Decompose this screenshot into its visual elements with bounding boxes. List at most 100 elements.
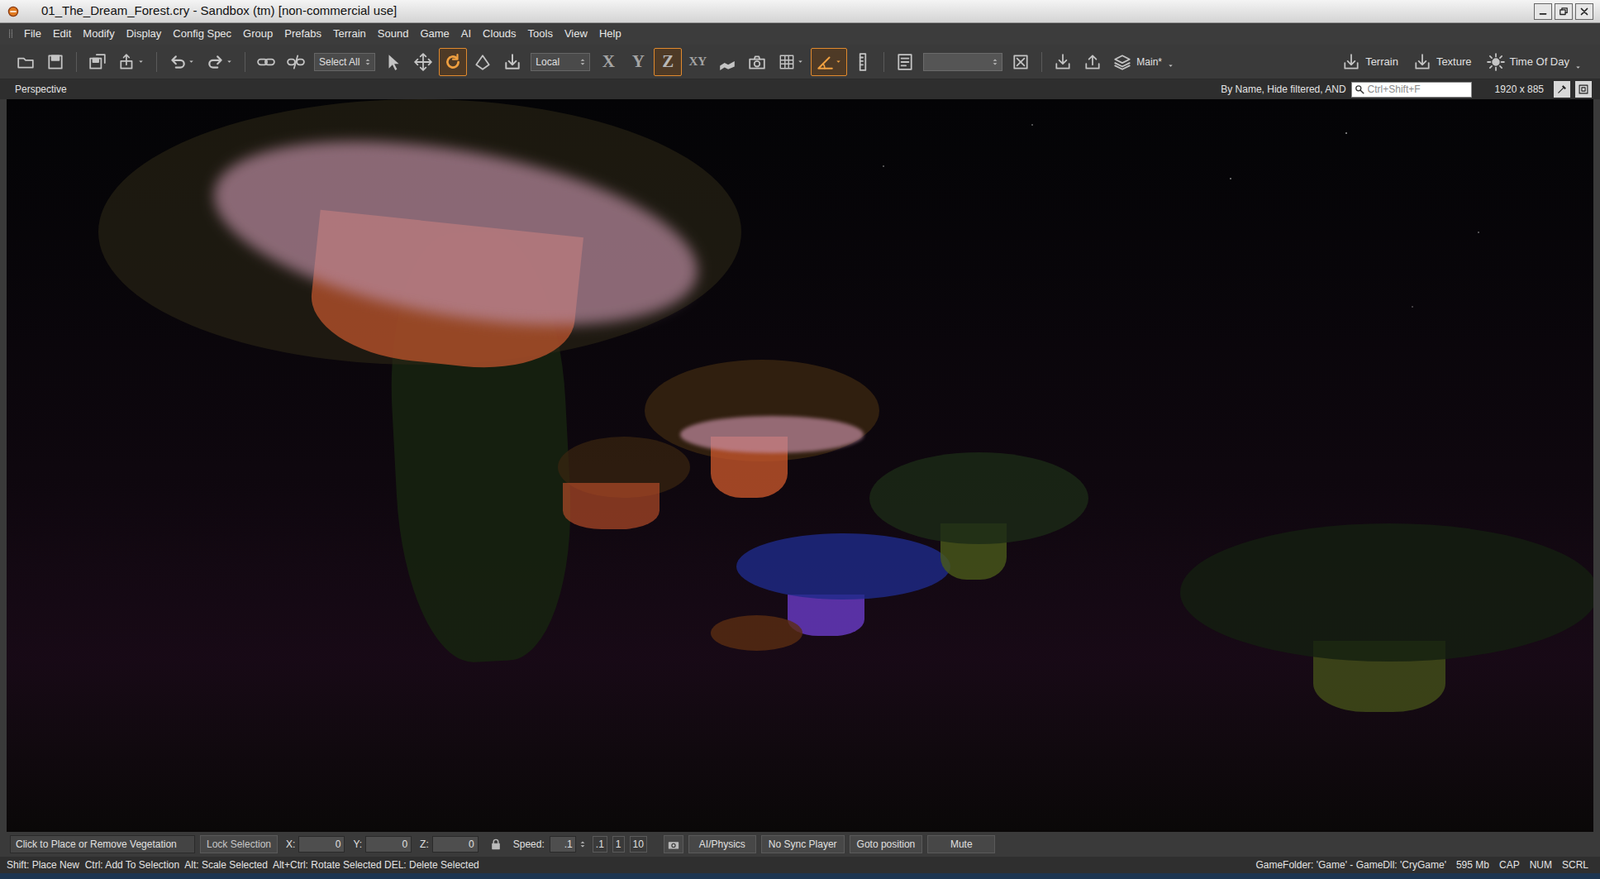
edit-mode-prompt: Click to Place or Remove Vegetation — [9, 834, 196, 853]
restore-button[interactable] — [1554, 3, 1573, 20]
toolbar-right-label: Time Of Day — [1509, 53, 1570, 71]
close-button[interactable] — [1575, 3, 1594, 20]
maximize-viewport-button[interactable] — [1575, 80, 1592, 98]
minimize-button[interactable] — [1533, 3, 1553, 20]
object-list-button[interactable] — [890, 47, 920, 77]
menu-item[interactable]: Edit — [47, 25, 77, 43]
viewport-header: PerspectiveBy Name, Hide filtered, AND19… — [0, 79, 1600, 100]
viewport-options-button[interactable] — [1553, 80, 1571, 98]
import-button[interactable] — [1078, 47, 1107, 77]
unlink-button[interactable] — [281, 47, 310, 77]
menu-item[interactable]: Sound — [371, 25, 415, 43]
save-level-button[interactable] — [83, 47, 112, 77]
scene-shape — [1229, 177, 1232, 180]
scene-shape — [1031, 123, 1034, 126]
separator — [244, 52, 246, 72]
menu-item[interactable]: Display — [120, 25, 168, 43]
scene-shape — [1411, 305, 1414, 308]
save-button[interactable] — [41, 47, 70, 77]
dropdown-value: Select All — [319, 54, 360, 70]
viewport-render[interactable] — [6, 99, 1594, 832]
axis-button[interactable]: Z — [653, 47, 682, 77]
menu-item[interactable]: File — [18, 25, 48, 43]
camera-settings-button[interactable] — [663, 834, 684, 853]
menu-item[interactable]: Clouds — [476, 25, 522, 43]
filter-mode[interactable]: By Name, Hide filtered, AND — [1220, 81, 1346, 97]
menu-item[interactable]: Game — [414, 25, 455, 43]
toolbar-right-button[interactable]: Terrain — [1342, 52, 1399, 72]
undo-button[interactable] — [163, 47, 200, 77]
axis-label: X — [602, 48, 615, 76]
menu-item[interactable]: Terrain — [327, 25, 372, 43]
search-input[interactable] — [1364, 81, 1472, 97]
app-logo-icon — [6, 4, 20, 19]
window-title: 01_The_Dream_Forest.cry - Sandbox (tm) [… — [41, 1, 397, 21]
lock-selection-button[interactable]: Lock Selection — [200, 834, 278, 853]
ruler-icon — [853, 52, 872, 72]
place-button[interactable] — [498, 47, 527, 77]
menu-item[interactable]: Tools — [522, 25, 559, 43]
coordinate-field[interactable]: 0 — [365, 835, 412, 853]
link-button[interactable] — [252, 47, 281, 77]
combo-box[interactable] — [923, 52, 1003, 72]
bottom-button[interactable]: AI/Physics — [688, 834, 757, 853]
save-icon — [46, 52, 65, 72]
speed-preset-button[interactable]: 1 — [612, 835, 625, 853]
speed-preset-button[interactable]: .1 — [592, 835, 608, 853]
clear-button[interactable] — [1006, 47, 1035, 77]
menu-item[interactable]: Modify — [76, 25, 120, 43]
angle-snap-button[interactable] — [810, 47, 848, 77]
axis-button[interactable]: X — [594, 47, 623, 77]
menu-item[interactable]: Help — [593, 25, 628, 43]
redo-icon — [206, 52, 225, 72]
scale-button[interactable] — [468, 47, 497, 77]
toolbar-right-button[interactable]: Time Of Day — [1486, 52, 1570, 72]
menu-item[interactable]: Config Spec — [166, 25, 238, 43]
menu-item[interactable]: Group — [237, 25, 279, 43]
menu-item[interactable]: View — [558, 25, 594, 43]
export-engine-button[interactable] — [1048, 47, 1077, 77]
search-box[interactable] — [1351, 81, 1472, 98]
move-button[interactable] — [409, 47, 438, 77]
coordinate-field[interactable]: 0 — [298, 835, 345, 853]
move-icon — [414, 52, 433, 72]
minimize-icon — [1537, 5, 1549, 18]
scene-shape — [710, 614, 803, 651]
place-icon — [503, 52, 522, 72]
toolbar-right-button[interactable]: Texture — [1413, 52, 1472, 72]
key-indicator: SCRL — [1561, 857, 1589, 872]
redo-button[interactable] — [201, 47, 239, 77]
toolbar-right-label: Texture — [1436, 53, 1472, 71]
camera-button[interactable] — [742, 47, 772, 77]
speed-preset-button[interactable]: 10 — [629, 835, 648, 853]
layer-selector[interactable]: Main* — [1113, 52, 1175, 72]
bottom-button[interactable]: Mute — [927, 834, 996, 853]
axis-button[interactable]: XY — [683, 47, 712, 77]
viewport-header-right: By Name, Hide filtered, AND1920 x 885 — [1220, 80, 1592, 98]
speed-field[interactable]: .1 — [549, 835, 577, 853]
ruler-button[interactable] — [848, 47, 877, 77]
terrain-follow-button[interactable] — [713, 47, 742, 77]
bottom-button[interactable]: No Sync Player — [761, 834, 845, 853]
menu-item[interactable]: Prefabs — [278, 25, 328, 43]
open-folder-button[interactable] — [11, 47, 40, 77]
sun-icon — [1486, 52, 1505, 72]
coordinate-field[interactable]: 0 — [432, 835, 479, 853]
taskbar — [0, 872, 1600, 879]
dropdown-arrow-icon — [137, 57, 145, 66]
dropdown[interactable]: Local — [530, 52, 591, 72]
axis-button[interactable]: Y — [623, 47, 653, 77]
toolbar: Select AllLocalXYZXYMain*TerrainTextureT… — [0, 44, 1600, 80]
grid-button[interactable] — [772, 47, 810, 77]
dropdown[interactable]: Select All — [314, 52, 376, 72]
undo-icon — [168, 52, 187, 72]
speed-spinner-icon — [577, 838, 588, 849]
camera-icon — [747, 52, 767, 72]
layers-icon — [1113, 52, 1132, 72]
rotate-button[interactable] — [438, 47, 467, 77]
bottom-button[interactable]: Goto position — [849, 834, 924, 853]
menu-item[interactable]: AI — [455, 25, 477, 43]
select-arrow-button[interactable] — [379, 47, 408, 77]
status-hints: Shift: Place New Ctrl: Add To Selection … — [6, 857, 480, 872]
export-button[interactable] — [113, 47, 150, 77]
